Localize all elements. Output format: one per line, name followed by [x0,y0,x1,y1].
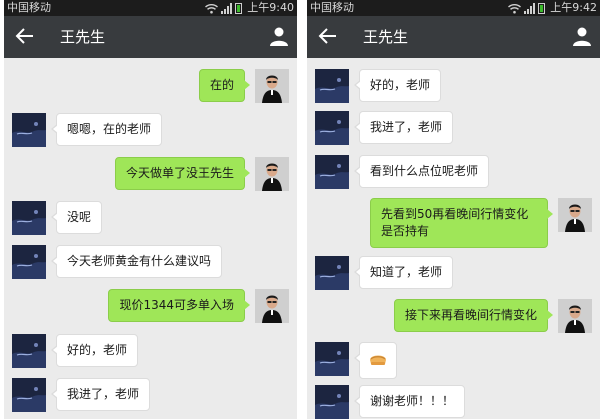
teacher-avatar[interactable] [255,289,289,323]
signal-icon [221,2,233,14]
status-time: 上午9:40 [247,1,294,14]
contact-profile-icon[interactable] [572,26,592,46]
signal-icon [524,2,536,14]
client-avatar[interactable] [315,155,349,189]
battery-icon [235,2,243,14]
contact-profile-icon[interactable] [269,26,289,46]
chat-title: 王先生 [60,28,106,46]
screenshot-divider [297,0,307,419]
message-bubble-received[interactable]: 看到什么点位呢老师 [353,155,490,188]
message-bubble-received[interactable]: 好的，老师 [50,334,139,367]
message-bubble-sent[interactable]: 接下来再看晚间行情变化 [393,299,554,332]
message-bubble-sent[interactable]: 今天做单了没王先生 [114,157,251,190]
carrier-name: 中国移动 [310,1,354,14]
message-bubble-sent[interactable]: 先看到50再看晚间行情变化是否持有 [370,198,553,248]
message-bubble-received[interactable]: 好的，老师 [353,69,442,102]
client-avatar[interactable] [12,334,46,368]
status-bar: 中国移动 上午9:42 [307,0,600,16]
message-bubble-received[interactable]: 我进了，老师 [50,378,151,411]
client-avatar[interactable] [315,111,349,145]
bread-emoji-icon [370,355,386,365]
message-bubble-received[interactable]: 没呢 [50,201,103,234]
teacher-avatar[interactable] [558,198,592,232]
wifi-icon [508,3,522,13]
message-bubble-received[interactable]: 嗯嗯，在的老师 [50,113,163,146]
message-bubble-received[interactable]: 我进了，老师 [353,111,454,144]
status-bar: 中国移动 上午9:40 [4,0,297,16]
client-avatar[interactable] [12,201,46,235]
chat-header: 王先生 [307,16,600,58]
client-avatar[interactable] [315,256,349,290]
client-avatar[interactable] [12,113,46,147]
client-avatar[interactable] [12,245,46,279]
back-arrow-icon[interactable] [14,25,36,47]
client-avatar[interactable] [315,342,349,376]
chat-screen-left: 中国移动 上午9:40 王先生 在的 嗯嗯，在的老师 今天做单了没王先生 没呢 … [4,0,297,419]
carrier-name: 中国移动 [7,1,51,14]
message-bubble-sent[interactable]: 现价1344可多单入场 [108,289,250,322]
wifi-icon [205,3,219,13]
status-time: 上午9:42 [550,1,597,14]
message-bubble-received[interactable]: 今天老师黄金有什么建议吗 [50,245,223,278]
client-avatar[interactable] [315,69,349,103]
message-bubble-received[interactable] [354,342,397,379]
teacher-avatar[interactable] [558,299,592,333]
back-arrow-icon[interactable] [317,25,339,47]
teacher-avatar[interactable] [255,157,289,191]
chat-title: 王先生 [363,28,409,46]
message-bubble-received[interactable]: 知道了，老师 [353,256,454,289]
teacher-avatar[interactable] [255,69,289,103]
message-bubble-received[interactable]: 谢谢老师！！！ [353,385,466,418]
client-avatar[interactable] [12,378,46,412]
message-bubble-sent[interactable]: 在的 [198,69,251,102]
chat-screen-right: 中国移动 上午9:42 王先生 好的，老师 我进了，老师 看到什么点位呢老师 先… [307,0,600,419]
chat-header: 王先生 [4,16,297,58]
client-avatar[interactable] [315,385,349,419]
battery-icon [538,2,546,14]
